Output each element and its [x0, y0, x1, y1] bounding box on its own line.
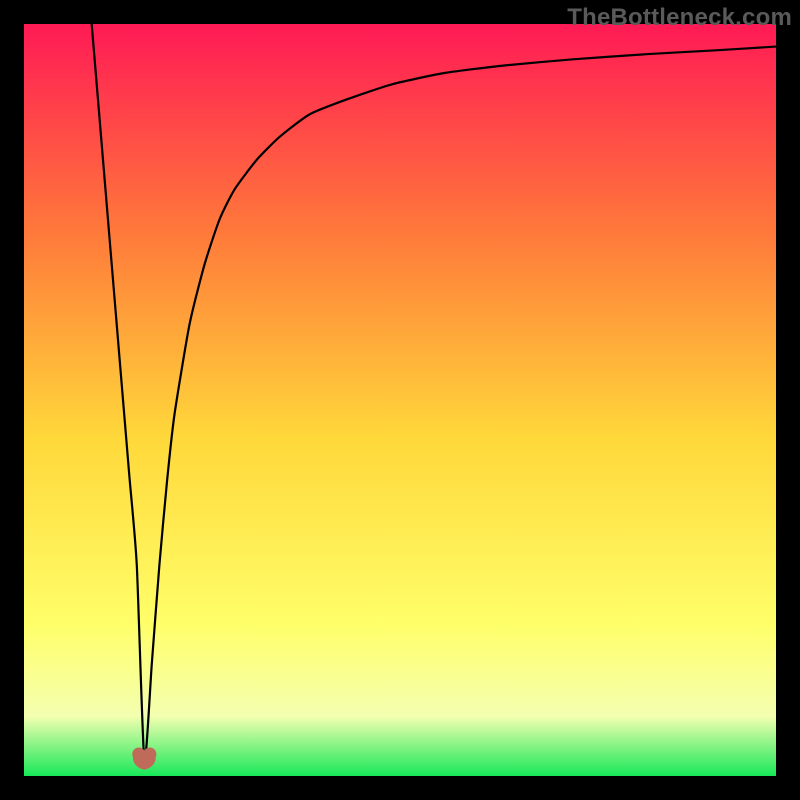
plot-area	[24, 24, 776, 776]
chart-svg	[24, 24, 776, 776]
chart-container: TheBottleneck.com	[0, 0, 800, 800]
gradient-background	[24, 24, 776, 776]
